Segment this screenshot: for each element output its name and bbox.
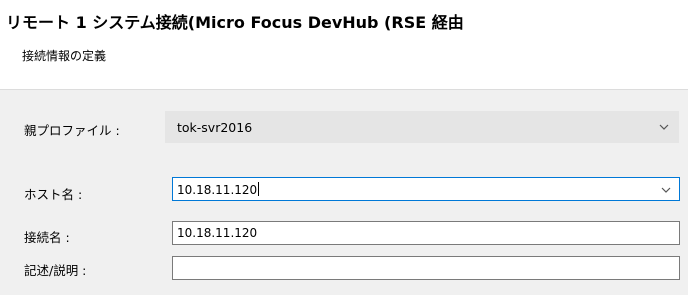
host-name-input[interactable]: 10.18.11.120	[177, 182, 260, 197]
description-field[interactable]	[172, 256, 680, 280]
text-caret	[258, 182, 260, 196]
dialog-title: リモート 1 システム接続(Micro Focus DevHub (RSE 経由	[6, 13, 464, 32]
host-name-label: ホスト名 :	[24, 187, 83, 202]
chevron-down-icon[interactable]	[660, 184, 672, 196]
host-name-value: 10.18.11.120	[177, 183, 258, 197]
new-connection-dialog: リモート 1 システム接続(Micro Focus DevHub (RSE 経由…	[0, 0, 688, 295]
dialog-subtitle: 接続情報の定義	[22, 49, 107, 63]
parent-profile-value: tok-svr2016	[177, 120, 253, 135]
connection-name-label: 接続名 :	[24, 230, 70, 245]
parent-profile-label: 親プロファイル :	[24, 123, 120, 138]
dialog-header: リモート 1 システム接続(Micro Focus DevHub (RSE 経由…	[0, 0, 688, 90]
host-name-combo[interactable]: 10.18.11.120	[172, 177, 680, 201]
description-label: 記述/説明 :	[24, 263, 87, 278]
parent-profile-combo[interactable]: tok-svr2016	[165, 111, 679, 143]
connection-name-field[interactable]: 10.18.11.120	[172, 221, 680, 245]
chevron-down-icon[interactable]	[658, 121, 670, 133]
connection-form: 親プロファイル : tok-svr2016 ホスト名 : 10.18.11.12…	[0, 90, 688, 295]
connection-name-value: 10.18.11.120	[177, 226, 258, 240]
